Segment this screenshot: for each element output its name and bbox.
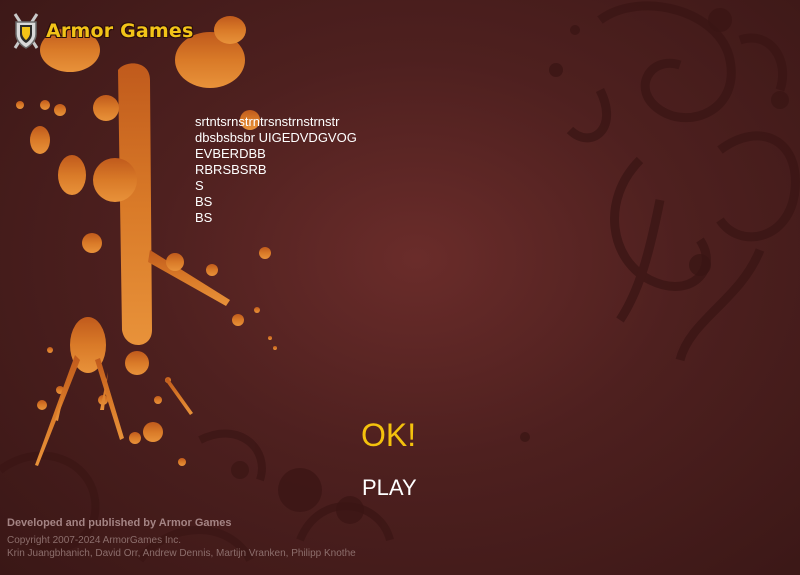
message-line: BS xyxy=(195,194,213,209)
shield-icon xyxy=(13,13,39,49)
ok-button[interactable]: OK! xyxy=(361,417,416,454)
armor-games-logo[interactable]: Armor Games xyxy=(12,10,194,52)
message-line: RBRSBSRB xyxy=(195,162,267,177)
swirl-ornament xyxy=(566,1,800,362)
developed-by-text: Developed and published by Armor Games xyxy=(7,517,232,529)
message-block: srtntsrnstrntrsnstrnstrnstr dbsbsbsbr UI… xyxy=(195,114,357,226)
message-line: S xyxy=(195,178,204,193)
credits: Developed and published by Armor Games C… xyxy=(7,517,356,559)
play-button[interactable]: PLAY xyxy=(362,475,417,501)
brand-name: Armor Games xyxy=(46,20,194,42)
paint-splatter xyxy=(16,16,277,466)
message-line: dbsbsbsbr UIGEDVDGVOG xyxy=(195,130,357,145)
message-line: BS xyxy=(195,210,213,225)
game-screen: { "brand": { "name": "Armor Games" }, "m… xyxy=(0,0,800,575)
copyright-text: Copyright 2007-2024 ArmorGames Inc. xyxy=(7,535,181,546)
message-line: EVBERDBB xyxy=(195,146,266,161)
message-line: srtntsrnstrntrsnstrnstrnstr xyxy=(195,114,340,129)
credits-names: Krin Juangbhanich, David Orr, Andrew Den… xyxy=(7,548,356,559)
